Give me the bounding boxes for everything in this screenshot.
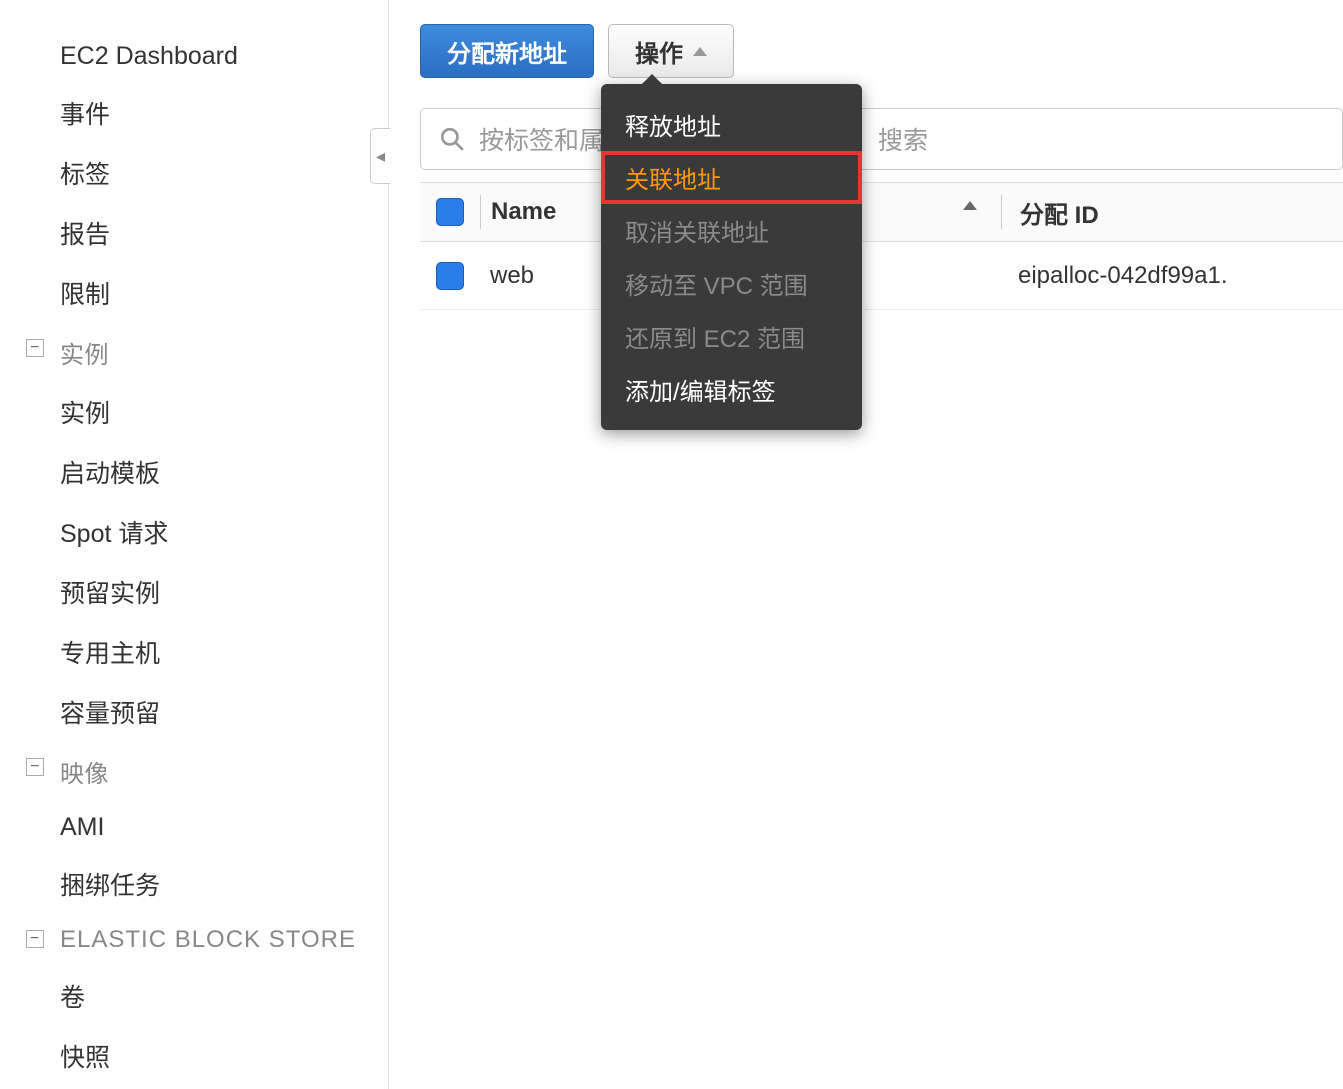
nav-launch-templates[interactable]: 启动模板 xyxy=(0,442,390,502)
collapse-icon[interactable]: − xyxy=(26,758,44,776)
nav-section-ebs: − ELASTIC BLOCK STORE xyxy=(0,914,390,966)
actions-dropdown: 释放地址 关联地址 取消关联地址 移动至 VPC 范围 还原到 EC2 范围 添… xyxy=(601,84,862,430)
search-placeholder-prefix: 按标签和属 xyxy=(479,121,604,157)
table-header: Name 分配 ID xyxy=(420,182,1343,242)
nav-section-label: 实例 xyxy=(60,342,109,369)
toolbar: 分配新地址 操作 xyxy=(390,24,1343,78)
nav-ec2-dashboard[interactable]: EC2 Dashboard xyxy=(0,30,390,83)
nav-volumes[interactable]: 卷 xyxy=(0,966,390,1026)
chevron-up-icon xyxy=(693,47,707,56)
nav-spot-requests[interactable]: Spot 请求 xyxy=(0,502,390,562)
nav-tags[interactable]: 标签 xyxy=(0,143,390,203)
nav-snapshots[interactable]: 快照 xyxy=(0,1026,390,1086)
dropdown-move-to-vpc: 移动至 VPC 范围 xyxy=(601,257,862,310)
row-select-cell xyxy=(420,262,480,290)
row-checkbox[interactable] xyxy=(436,262,464,290)
nav-section-images: − 映像 xyxy=(0,742,390,801)
search-row: 按标签和属 搜索 xyxy=(390,108,1343,170)
allocate-new-address-button[interactable]: 分配新地址 xyxy=(420,24,594,78)
dropdown-restore-to-ec2: 还原到 EC2 范围 xyxy=(601,310,862,363)
nav-reports[interactable]: 报告 xyxy=(0,203,390,263)
dropdown-release-address[interactable]: 释放地址 xyxy=(601,98,862,151)
actions-button-label: 操作 xyxy=(635,34,683,69)
select-all-cell xyxy=(420,198,480,226)
nav-instances[interactable]: 实例 xyxy=(0,382,390,442)
search-input[interactable]: 按标签和属 搜索 xyxy=(420,108,1343,170)
dropdown-disassociate-address: 取消关联地址 xyxy=(601,204,862,257)
nav-section-label: 映像 xyxy=(60,761,109,788)
search-placeholder-suffix: 搜索 xyxy=(878,121,928,157)
nav-reserved-instances[interactable]: 预留实例 xyxy=(0,562,390,622)
actions-button[interactable]: 操作 xyxy=(608,24,734,78)
cell-allocation-id: eipalloc-042df99a1. xyxy=(1000,262,1228,290)
collapse-icon[interactable]: − xyxy=(26,930,44,948)
nav-dedicated-hosts[interactable]: 专用主机 xyxy=(0,622,390,682)
nav-section-instances: − 实例 xyxy=(0,323,390,382)
sidebar: EC2 Dashboard 事件 标签 报告 限制 − 实例 实例 启动模板 S… xyxy=(0,0,390,1089)
dropdown-add-edit-tags[interactable]: 添加/编辑标签 xyxy=(601,363,862,416)
caret-left-icon: ◂ xyxy=(376,146,385,167)
table-row[interactable]: web eipalloc-042df99a1. xyxy=(420,242,1343,310)
nav-ami[interactable]: AMI xyxy=(0,801,390,854)
nav-limits[interactable]: 限制 xyxy=(0,263,390,323)
search-icon xyxy=(439,126,465,152)
sidebar-collapse-tab[interactable]: ◂ xyxy=(370,128,390,184)
dropdown-associate-address[interactable]: 关联地址 xyxy=(601,151,862,204)
nav-events[interactable]: 事件 xyxy=(0,83,390,143)
column-header-allocation-id[interactable]: 分配 ID xyxy=(1002,195,1099,230)
main-panel: ◂ 分配新地址 操作 按标签和属 搜索 xyxy=(390,0,1343,1089)
nav-bundle-tasks[interactable]: 捆绑任务 xyxy=(0,854,390,914)
select-all-checkbox[interactable] xyxy=(436,198,464,226)
collapse-icon[interactable]: − xyxy=(26,339,44,357)
nav-section-label: ELASTIC BLOCK STORE xyxy=(60,926,356,953)
addresses-table: Name 分配 ID web eipalloc-042df99a1. xyxy=(390,182,1343,310)
nav-capacity-reservations[interactable]: 容量预留 xyxy=(0,682,390,742)
